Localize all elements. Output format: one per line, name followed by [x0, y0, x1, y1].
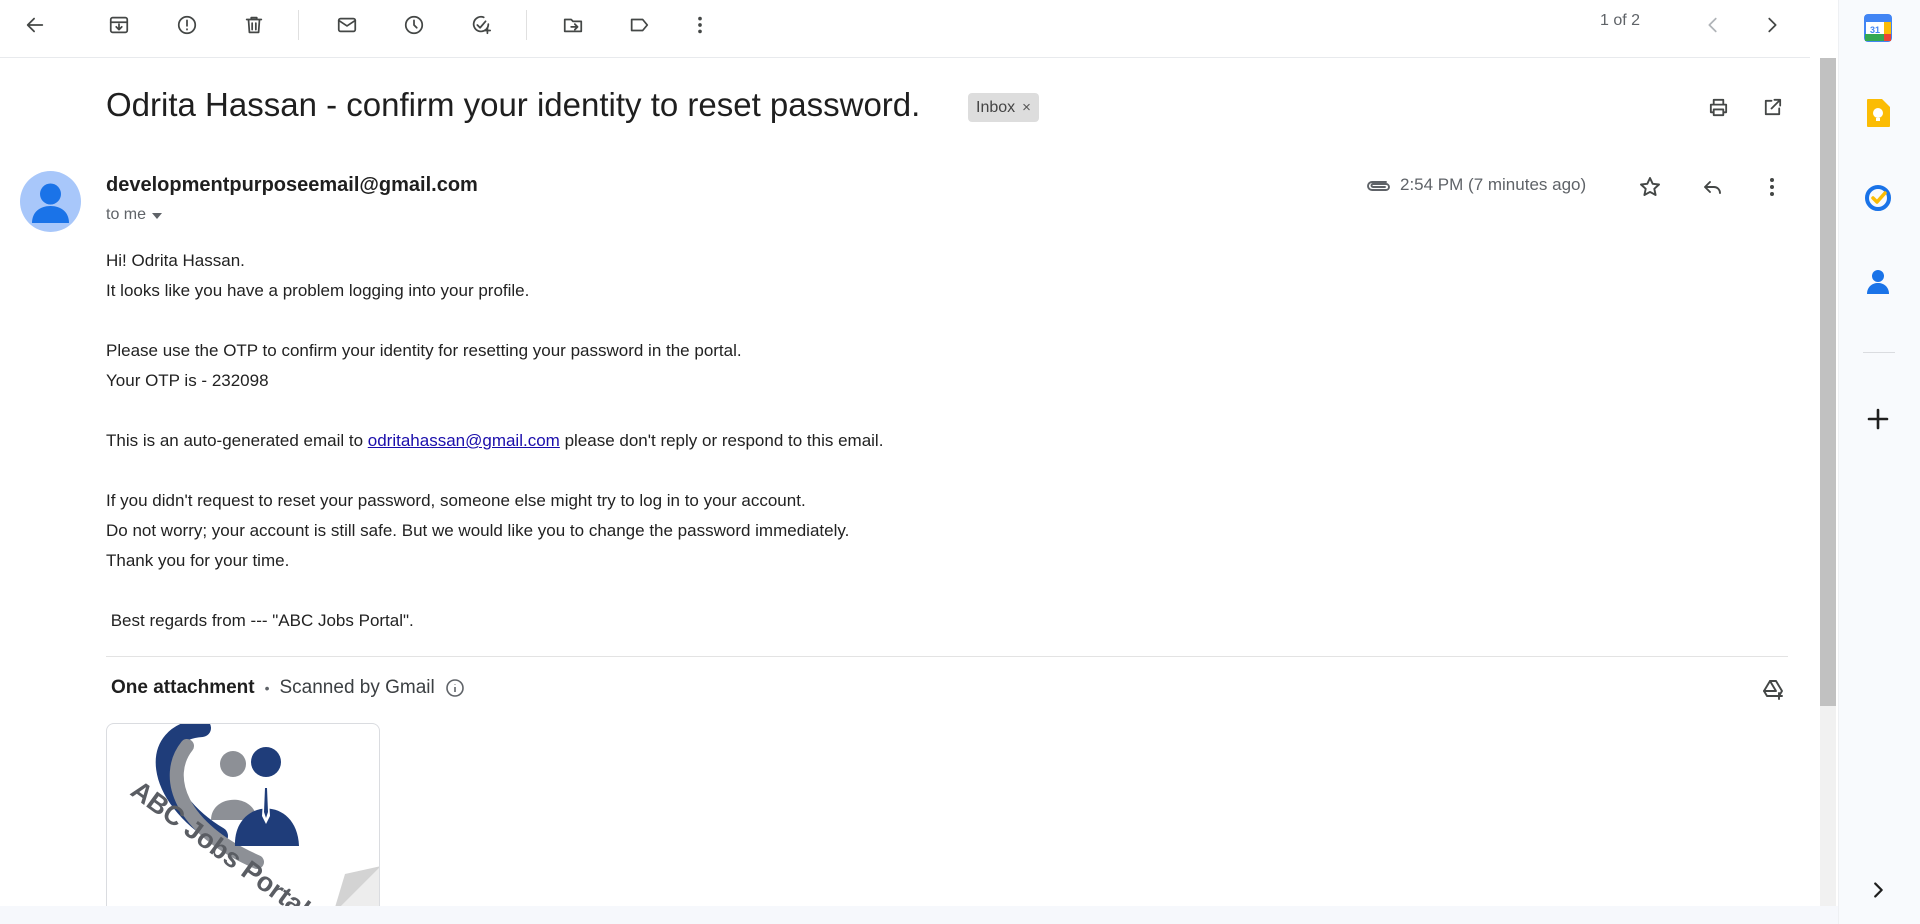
- delete-icon: [245, 16, 263, 34]
- scanned-label: Scanned by Gmail: [279, 677, 435, 698]
- calendar-app-button[interactable]: 31: [1858, 8, 1898, 48]
- newer-button[interactable]: [1693, 5, 1733, 45]
- recipient-text: to me: [106, 206, 147, 223]
- arrow-back-icon: [26, 17, 44, 33]
- chevron-left-icon: [1708, 17, 1717, 33]
- calendar-icon: 31: [1864, 14, 1892, 42]
- signature-line: Best regards from --- "ABC Jobs Portal".: [106, 611, 414, 630]
- move-to-button[interactable]: [553, 5, 593, 45]
- get-add-ons-button[interactable]: [1858, 399, 1898, 439]
- body-line: Thank you for your time.: [106, 551, 290, 570]
- keep-icon: [1867, 99, 1890, 127]
- body-text-segment: This is an auto-generated email to: [106, 431, 368, 450]
- back-button[interactable]: [15, 5, 55, 45]
- more-options-button[interactable]: [680, 5, 720, 45]
- report-spam-button[interactable]: [167, 5, 207, 45]
- toolbar-divider: [526, 10, 527, 40]
- inbox-label-chip[interactable]: Inbox ×: [968, 93, 1039, 122]
- star-icon: [1640, 177, 1660, 196]
- message-toolbar: 1 of 2: [0, 0, 1810, 58]
- chevron-right-icon: [1768, 17, 1777, 33]
- body-line: This is an auto-generated email to odrit…: [106, 426, 1206, 456]
- sender-email[interactable]: developmentpurposeemail@gmail.com: [106, 174, 478, 197]
- add-to-tasks-button[interactable]: [461, 5, 501, 45]
- calendar-day: 31: [1870, 25, 1880, 35]
- avatar[interactable]: [20, 171, 81, 232]
- add-task-icon: [472, 15, 492, 35]
- contacts-app-button[interactable]: [1858, 262, 1898, 302]
- reply-icon: [1704, 181, 1721, 194]
- recipient-details[interactable]: to me: [106, 206, 163, 224]
- attachment-divider: [106, 656, 1788, 657]
- body-line: Hi! Odrita Hassan.: [106, 251, 245, 270]
- open-new-window-button[interactable]: [1752, 87, 1792, 127]
- older-button[interactable]: [1752, 5, 1792, 45]
- move-to-icon: [563, 18, 583, 33]
- archive-icon: [109, 16, 129, 34]
- tasks-icon: [1865, 185, 1891, 211]
- keep-app-button[interactable]: [1858, 93, 1898, 133]
- report-spam-icon: [177, 15, 197, 35]
- add-icon: [1867, 408, 1889, 430]
- attachment-thumbnail[interactable]: ABC Jobs Portal: [106, 723, 380, 913]
- email-body: Hi! Odrita Hassan. It looks like you hav…: [106, 246, 1206, 636]
- more-vert-icon: [698, 16, 702, 34]
- tasks-app-button[interactable]: [1858, 178, 1898, 218]
- side-panel: 31: [1838, 0, 1920, 924]
- caret-down-icon: [152, 213, 163, 219]
- info-icon[interactable]: [445, 678, 465, 698]
- recipient-email-link[interactable]: odritahassan@gmail.com: [368, 431, 560, 450]
- contacts-icon: [1867, 270, 1889, 294]
- label-chip-text: Inbox: [976, 99, 1016, 116]
- attachment-icon: [1367, 181, 1390, 191]
- abc-jobs-portal-logo: ABC Jobs Portal: [125, 724, 379, 913]
- chevron-right-icon: [1874, 882, 1883, 898]
- message-meta: 2:54 PM (7 minutes ago): [1364, 171, 1586, 199]
- archive-button[interactable]: [99, 5, 139, 45]
- clock-icon: [404, 15, 424, 35]
- add-to-drive-icon: [1763, 680, 1783, 700]
- hide-side-panel-button[interactable]: [1858, 870, 1898, 910]
- attachment-heading: One attachment • Scanned by Gmail: [111, 677, 465, 699]
- otp-line: Your OTP is - 232098: [106, 371, 269, 390]
- body-line: Do not worry; your account is still safe…: [106, 521, 850, 540]
- remove-label-icon[interactable]: ×: [1022, 93, 1031, 122]
- pager-count: 1 of 2: [1600, 12, 1641, 29]
- add-to-drive-button[interactable]: [1753, 669, 1793, 709]
- body-line: If you didn't request to reset your pass…: [106, 491, 806, 510]
- mail-icon: [337, 17, 357, 33]
- email-subject: Odrita Hassan - confirm your identity to…: [106, 86, 921, 123]
- gmail-message-view: 1 of 2 Odrita Hassan - confirm your iden…: [0, 0, 1920, 924]
- body-line: Please use the OTP to confirm your ident…: [106, 341, 742, 360]
- labels-button[interactable]: [619, 5, 659, 45]
- snooze-button[interactable]: [394, 5, 434, 45]
- reply-button[interactable]: [1692, 167, 1732, 207]
- delete-button[interactable]: [234, 5, 274, 45]
- bottom-strip: [0, 906, 1838, 924]
- print-all-button[interactable]: [1698, 87, 1738, 127]
- body-text-segment: please don't reply or respond to this em…: [559, 431, 884, 450]
- more-vert-icon: [1770, 178, 1774, 196]
- separator-dot: •: [264, 680, 270, 696]
- star-button[interactable]: [1630, 167, 1670, 207]
- label-icon: [630, 18, 649, 32]
- open-in-new-icon: [1764, 98, 1781, 115]
- side-panel-divider: [1863, 352, 1895, 353]
- mark-unread-button[interactable]: [327, 5, 367, 45]
- message-more-button[interactable]: [1752, 167, 1792, 207]
- person-icon: [32, 183, 69, 223]
- toolbar-divider: [298, 10, 299, 40]
- attachment-count-label: One attachment: [111, 677, 255, 698]
- scrollbar-thumb[interactable]: [1820, 58, 1836, 706]
- body-line: It looks like you have a problem logging…: [106, 281, 530, 300]
- print-icon: [1709, 98, 1727, 116]
- message-time: 2:54 PM (7 minutes ago): [1400, 175, 1587, 194]
